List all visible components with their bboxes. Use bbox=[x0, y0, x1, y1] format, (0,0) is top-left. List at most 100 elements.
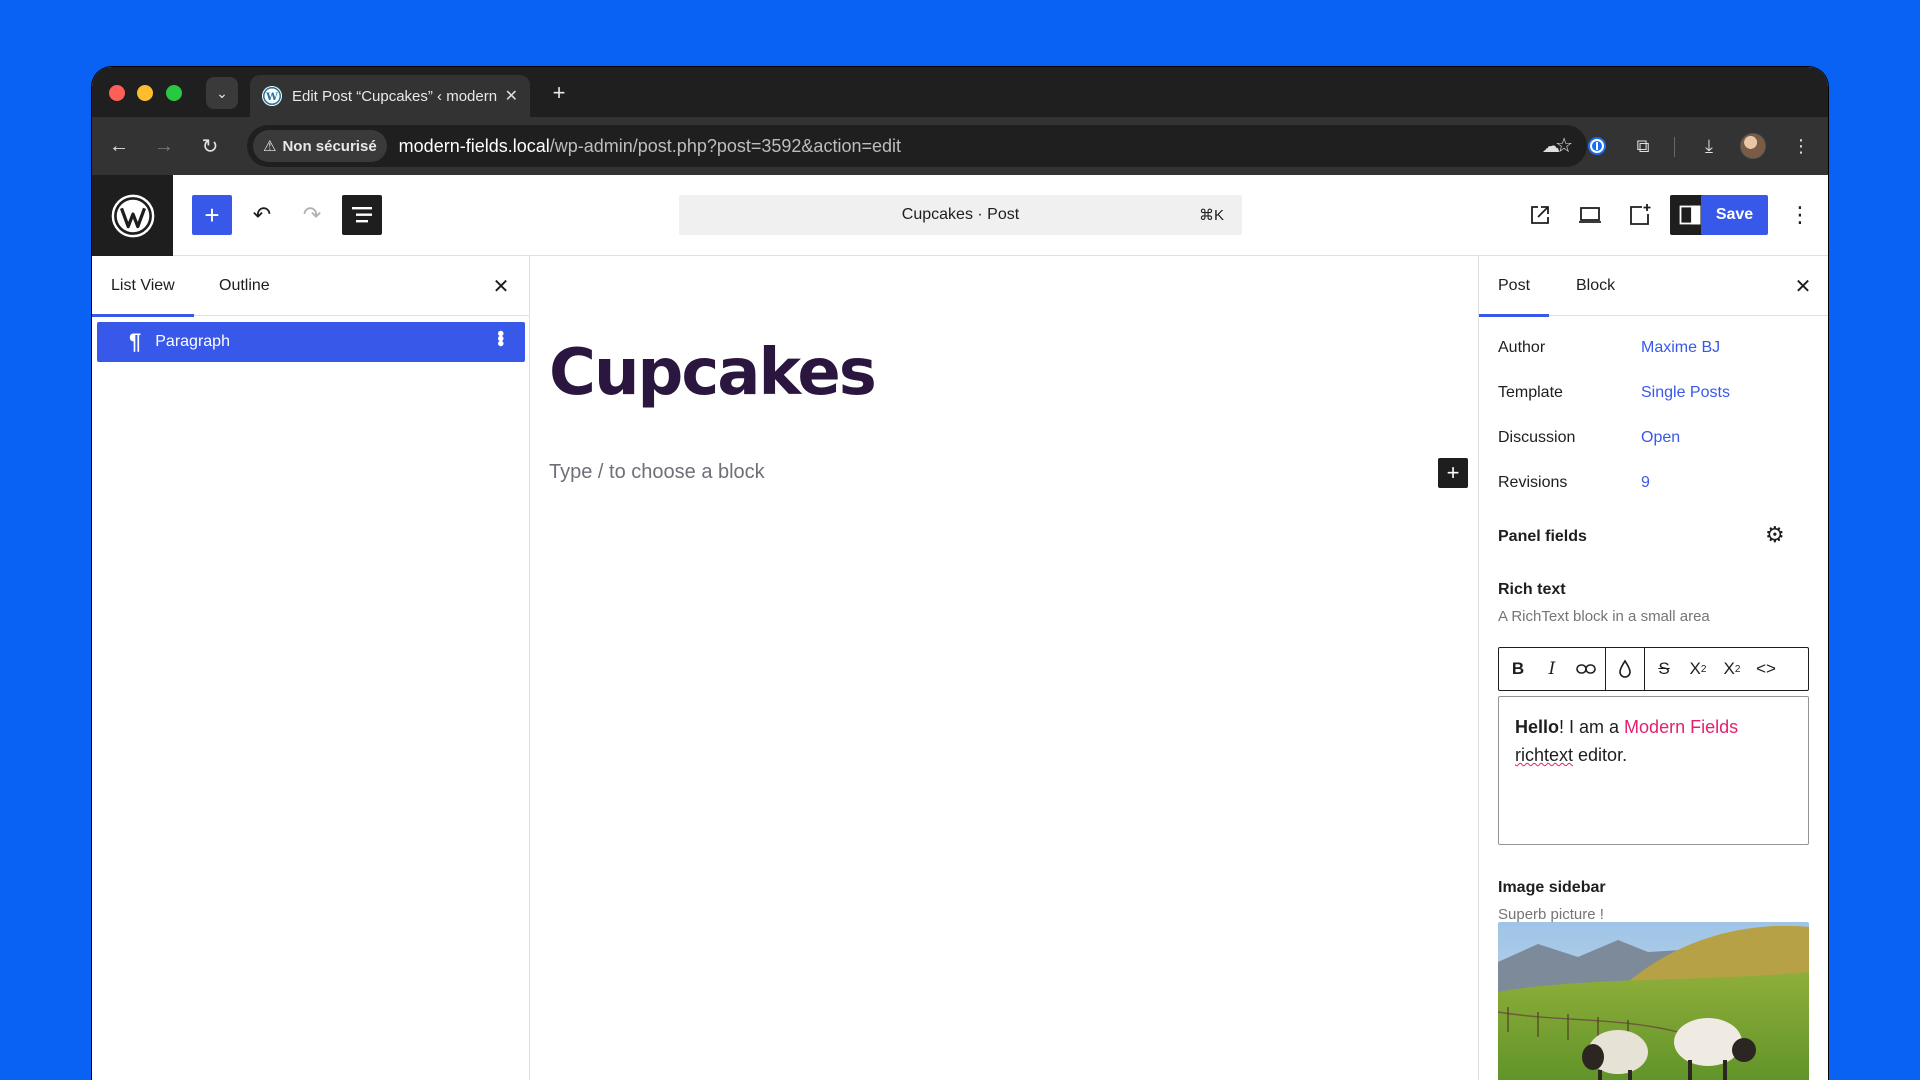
cloud-extension-icon[interactable]: ☁ bbox=[1536, 131, 1566, 161]
italic-icon[interactable]: I bbox=[1535, 649, 1569, 689]
meta-label: Author bbox=[1498, 339, 1546, 356]
undo-icon[interactable]: ↶ bbox=[242, 195, 282, 235]
rich-text-segment: ! I am a bbox=[1559, 717, 1625, 737]
settings-tabs: Post Block ✕ bbox=[1479, 256, 1828, 317]
meta-row-template: Template Single Posts bbox=[1498, 384, 1818, 402]
window-close-button[interactable] bbox=[109, 85, 125, 101]
meta-label: Template bbox=[1498, 384, 1563, 401]
security-indicator[interactable]: ⚠ Non sécurisé bbox=[253, 130, 387, 162]
browser-tab-active[interactable]: W Edit Post “Cupcakes” ‹ modern-fields.l… bbox=[250, 75, 530, 117]
wordpress-favicon-icon: W bbox=[262, 86, 282, 106]
tab-list-view[interactable]: List View bbox=[92, 256, 194, 317]
address-bar[interactable]: ⚠ Non sécurisé modern-fields.local/wp-ad… bbox=[247, 125, 1587, 167]
meta-label: Discussion bbox=[1498, 429, 1576, 446]
downloads-icon[interactable]: ⤓ bbox=[1694, 131, 1724, 161]
add-template-icon[interactable] bbox=[1620, 195, 1660, 235]
svg-text:W: W bbox=[265, 91, 278, 103]
back-arrow-icon[interactable]: ← bbox=[104, 131, 134, 161]
close-icon[interactable]: ✕ bbox=[1791, 274, 1815, 298]
rich-text-segment: editor. bbox=[1573, 745, 1628, 765]
image-sidebar-help: Superb picture ! bbox=[1498, 906, 1604, 923]
rich-text-misspelled: richtext bbox=[1515, 745, 1574, 765]
window-maximize-button[interactable] bbox=[166, 85, 182, 101]
sheep-field-image[interactable] bbox=[1498, 922, 1809, 1080]
block-editor: + ↶ ↷ Cupcakes · Post ⌘K Save ⋮ List Vie… bbox=[92, 175, 1828, 1080]
tab-close-icon[interactable]: ✕ bbox=[505, 86, 518, 106]
richtext-toolbar: B I S X2 X2 <> bbox=[1498, 647, 1809, 691]
color-group bbox=[1606, 648, 1645, 690]
options-kebab-icon[interactable]: ⋮ bbox=[1780, 195, 1820, 235]
view-post-external-icon[interactable] bbox=[1520, 195, 1560, 235]
block-options-kebab-icon[interactable]: ••• bbox=[488, 330, 511, 345]
url-path: /wp-admin/post.php?post=3592&action=edit bbox=[549, 135, 901, 156]
gear-icon[interactable]: ⚙ bbox=[1765, 522, 1785, 548]
browser-tab-bar: ⌄ W Edit Post “Cupcakes” ‹ modern-fields… bbox=[92, 67, 1828, 117]
url-host: modern-fields.local bbox=[398, 135, 550, 156]
rich-text-label: Rich text bbox=[1498, 581, 1566, 598]
list-view-tabs: List View Outline ✕ bbox=[92, 256, 529, 317]
forward-arrow-icon[interactable]: → bbox=[149, 131, 179, 161]
new-tab-plus-icon[interactable]: + bbox=[545, 79, 573, 107]
command-shortcut: ⌘K bbox=[1198, 207, 1224, 224]
link-icon[interactable] bbox=[1569, 649, 1603, 689]
subscript-icon[interactable]: X2 bbox=[1715, 649, 1749, 689]
template-link[interactable]: Single Posts bbox=[1641, 384, 1730, 402]
url-text[interactable]: modern-fields.local/wp-admin/post.php?po… bbox=[399, 136, 901, 157]
discussion-link[interactable]: Open bbox=[1641, 429, 1680, 447]
bold-icon[interactable]: B bbox=[1501, 649, 1535, 689]
window-minimize-button[interactable] bbox=[137, 85, 153, 101]
post-title[interactable]: Cupcakes bbox=[549, 336, 877, 410]
rich-text-help: A RichText block in a small area bbox=[1498, 608, 1710, 625]
document-overview-icon[interactable] bbox=[342, 195, 382, 235]
code-icon[interactable]: <> bbox=[1749, 649, 1783, 689]
save-button[interactable]: Save bbox=[1701, 195, 1768, 235]
editor-canvas: Cupcakes Type / to choose a block + bbox=[531, 256, 1477, 1080]
close-icon[interactable]: ✕ bbox=[489, 274, 513, 298]
document-title: Cupcakes · Post bbox=[901, 206, 1020, 223]
revisions-link[interactable]: 9 bbox=[1641, 474, 1650, 492]
settings-sidebar: Post Block ✕ Author Maxime BJ Template S… bbox=[1478, 256, 1828, 1080]
meta-row-discussion: Discussion Open bbox=[1498, 429, 1818, 447]
tab-block[interactable]: Block bbox=[1557, 256, 1634, 316]
device-preview-icon[interactable] bbox=[1570, 195, 1610, 235]
editor-header: + ↶ ↷ Cupcakes · Post ⌘K Save ⋮ bbox=[92, 175, 1828, 256]
inline-block-inserter-plus-icon[interactable]: + bbox=[1438, 458, 1468, 488]
meta-row-revisions: Revisions 9 bbox=[1498, 474, 1818, 492]
security-label: Non sécurisé bbox=[282, 137, 377, 155]
command-palette-bar[interactable]: Cupcakes · Post ⌘K bbox=[679, 195, 1242, 235]
list-view-panel: List View Outline ✕ ¶ Paragraph ••• bbox=[92, 256, 530, 1080]
profile-avatar[interactable] bbox=[1740, 133, 1766, 159]
rich-text-link[interactable]: Modern Fields bbox=[1624, 717, 1738, 737]
tab-post[interactable]: Post bbox=[1479, 256, 1550, 317]
toolbar-divider bbox=[1674, 137, 1675, 157]
browser-window: ⌄ W Edit Post “Cupcakes” ‹ modern-fields… bbox=[92, 67, 1828, 1080]
reload-icon[interactable]: ↻ bbox=[195, 131, 225, 161]
rich-text-bold: Hello bbox=[1515, 717, 1560, 737]
browser-toolbar: ← → ↻ ⚠ Non sécurisé modern-fields.local… bbox=[92, 117, 1828, 175]
meta-row-author: Author Maxime BJ bbox=[1498, 339, 1818, 357]
list-item-label: Paragraph bbox=[155, 333, 230, 350]
tab-outline[interactable]: Outline bbox=[200, 256, 289, 316]
richtext-editor[interactable]: Hello! I am a Modern Fields richtext edi… bbox=[1498, 696, 1809, 845]
strikethrough-icon[interactable]: S bbox=[1647, 649, 1681, 689]
tab-title: Edit Post “Cupcakes” ‹ modern-fields.loc… bbox=[292, 87, 497, 105]
paragraph-pilcrow-icon: ¶ bbox=[129, 329, 142, 354]
image-sidebar-label: Image sidebar bbox=[1498, 879, 1606, 896]
author-link[interactable]: Maxime BJ bbox=[1641, 339, 1720, 357]
block-placeholder[interactable]: Type / to choose a block bbox=[549, 461, 765, 484]
panel-fields-title[interactable]: Panel fields bbox=[1498, 528, 1587, 546]
text-color-drop-icon[interactable] bbox=[1608, 649, 1642, 689]
tab-search-chevron-icon[interactable]: ⌄ bbox=[206, 77, 238, 109]
password-manager-icon[interactable] bbox=[1582, 131, 1612, 161]
redo-icon[interactable]: ↷ bbox=[292, 195, 332, 235]
list-item-paragraph[interactable]: ¶ Paragraph ••• bbox=[97, 322, 525, 362]
meta-label: Revisions bbox=[1498, 474, 1568, 491]
warning-triangle-icon: ⚠ bbox=[263, 138, 277, 155]
block-inserter-plus-button[interactable]: + bbox=[192, 195, 232, 235]
extensions-puzzle-icon[interactable]: ⧉ bbox=[1628, 131, 1658, 161]
format-group: B I bbox=[1499, 648, 1606, 690]
more-format-group: S X2 X2 <> bbox=[1645, 648, 1785, 690]
superscript-icon[interactable]: X2 bbox=[1681, 649, 1715, 689]
browser-menu-kebab-icon[interactable]: ⋮ bbox=[1786, 131, 1816, 161]
wordpress-logo-icon[interactable] bbox=[92, 175, 173, 256]
